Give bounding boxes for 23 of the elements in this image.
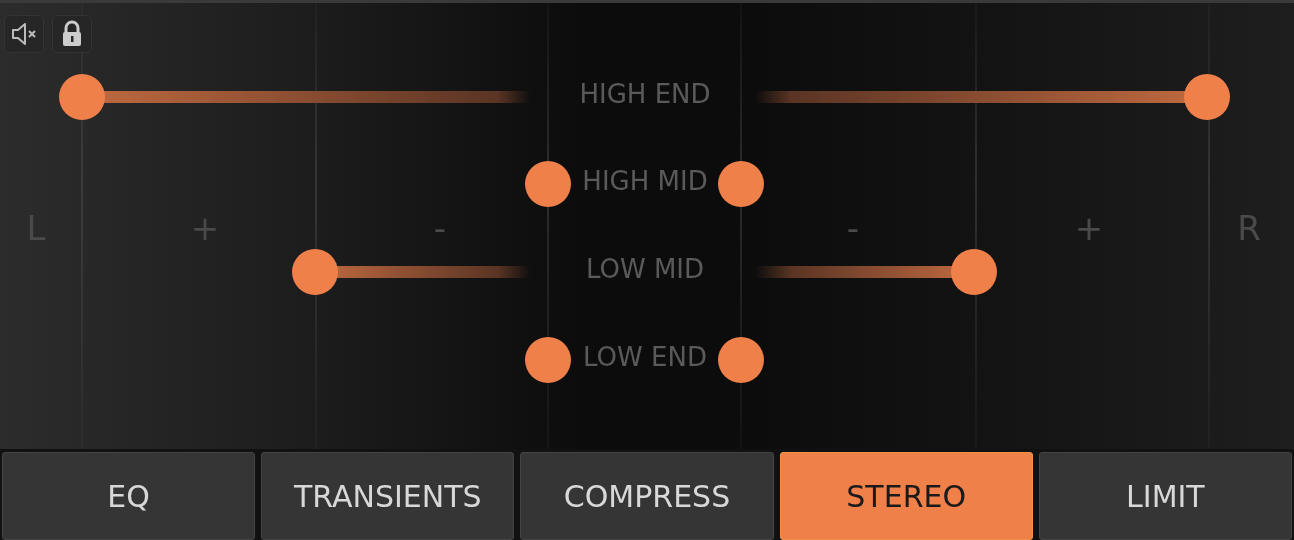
scale-label: + [189, 208, 221, 248]
slider-handle[interactable] [59, 74, 105, 120]
slider-handle[interactable] [718, 161, 764, 207]
band-label: HIGH END [578, 79, 712, 109]
mute-button[interactable] [4, 15, 44, 53]
tab[interactable]: EQ [2, 452, 256, 540]
slider-handle[interactable] [525, 337, 571, 383]
scale-label: + [1073, 208, 1105, 248]
scale-label: - [845, 208, 861, 248]
slider-handle[interactable] [292, 249, 338, 295]
slider-handle[interactable] [718, 337, 764, 383]
slider-handle[interactable] [1184, 74, 1230, 120]
slider-handle[interactable] [951, 249, 997, 295]
slider-handle[interactable] [525, 161, 571, 207]
band-label: HIGH MID [581, 166, 709, 196]
tab[interactable]: LIMIT [1038, 452, 1292, 540]
tab[interactable]: TRANSIENTS [261, 452, 515, 540]
scale-label: - [432, 208, 448, 248]
tab[interactable]: COMPRESS [520, 452, 774, 540]
band-label: LOW END [582, 342, 708, 372]
lock-button[interactable] [52, 15, 92, 53]
band-label: LOW MID [584, 254, 706, 284]
tab[interactable]: STEREO [779, 452, 1033, 540]
